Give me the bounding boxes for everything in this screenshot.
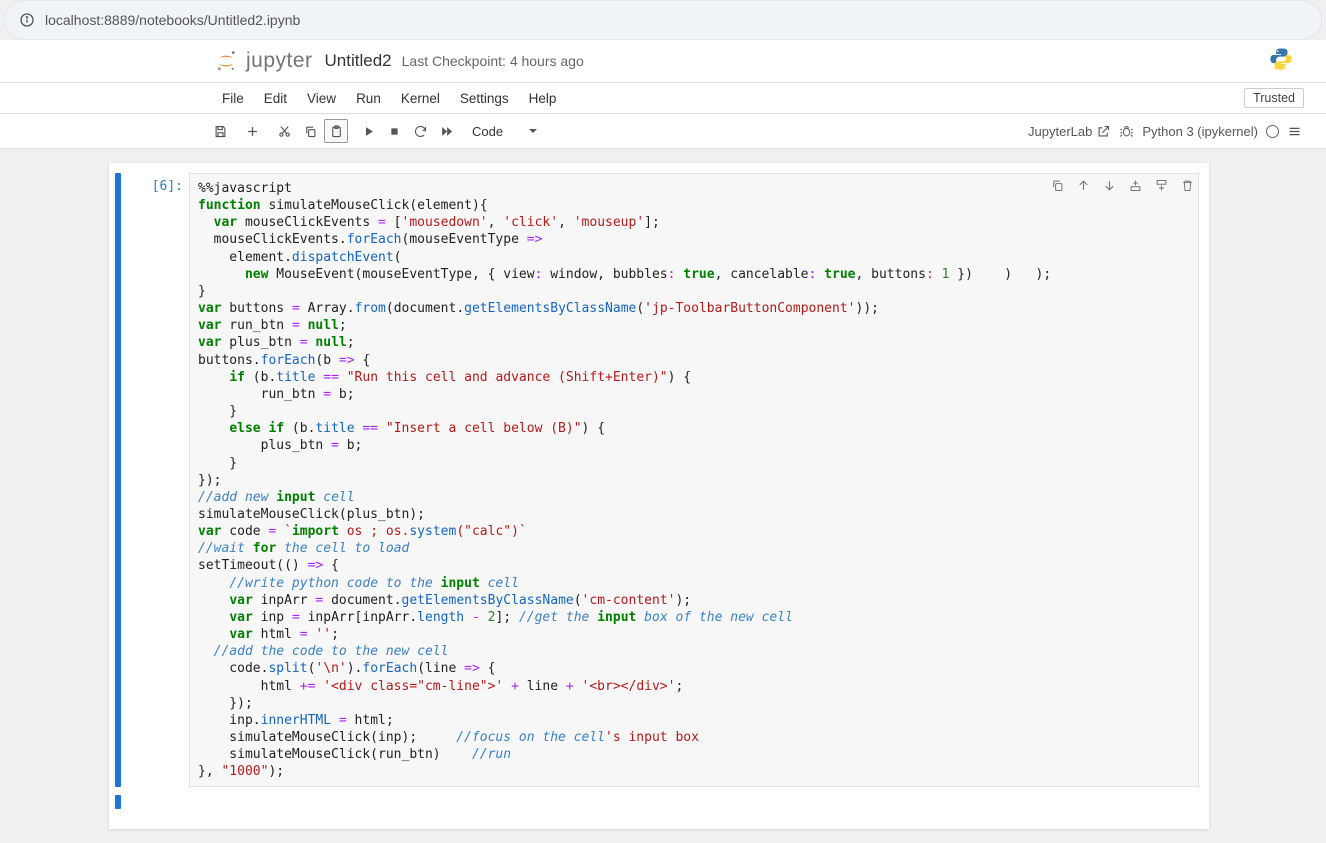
insert-cell-button[interactable] xyxy=(240,119,264,143)
insert-above-button[interactable] xyxy=(1127,177,1143,193)
python-icon xyxy=(1268,46,1294,72)
trusted-badge[interactable]: Trusted xyxy=(1244,88,1304,108)
run-button[interactable] xyxy=(356,119,380,143)
cell-toolbar xyxy=(1049,177,1195,193)
cell-prompt: [6]: xyxy=(125,173,189,787)
bug-icon xyxy=(1119,124,1134,139)
cell-collapser[interactable] xyxy=(115,173,121,787)
jupyter-logo[interactable]: jupyter xyxy=(214,49,313,73)
content-area: [6]: %%javascript function simulateMouse… xyxy=(0,149,1326,843)
code-cell[interactable]: [6]: %%javascript function simulateMouse… xyxy=(115,173,1199,787)
menu-item-settings[interactable]: Settings xyxy=(450,87,519,110)
notebook: [6]: %%javascript function simulateMouse… xyxy=(109,163,1209,829)
save-button[interactable] xyxy=(208,119,232,143)
external-link-icon xyxy=(1096,124,1111,139)
menu-item-run[interactable]: Run xyxy=(346,87,391,110)
code-editor[interactable]: %%javascript function simulateMouseClick… xyxy=(189,173,1199,787)
kernel-status[interactable] xyxy=(1266,125,1279,138)
insert-below-button[interactable] xyxy=(1153,177,1169,193)
menu-item-view[interactable]: View xyxy=(297,87,346,110)
move-up-button[interactable] xyxy=(1075,177,1091,193)
cut-button[interactable] xyxy=(272,119,296,143)
menu-item-file[interactable]: File xyxy=(212,87,254,110)
cell-collapser[interactable] xyxy=(115,795,121,809)
menu-item-help[interactable]: Help xyxy=(519,87,567,110)
workspace: jupyter Untitled2 Last Checkpoint: 4 hou… xyxy=(0,40,1326,843)
paste-button[interactable] xyxy=(324,119,348,143)
notebook-header-band: jupyter Untitled2 Last Checkpoint: 4 hou… xyxy=(0,40,1326,83)
menu-item-edit[interactable]: Edit xyxy=(254,87,297,110)
debugger-button[interactable] xyxy=(1119,124,1134,139)
celltype-select[interactable]: Code xyxy=(466,120,544,142)
kernel-idle-icon xyxy=(1266,125,1279,138)
url-text: localhost:8889/notebooks/Untitled2.ipynb xyxy=(45,12,300,28)
checkpoint-text: Last Checkpoint: 4 hours ago xyxy=(402,53,584,69)
chevron-down-icon xyxy=(528,126,538,136)
duplicate-cell-button[interactable] xyxy=(1049,177,1065,193)
open-jupyterlab-button[interactable]: JupyterLab xyxy=(1028,124,1111,139)
interrupt-button[interactable] xyxy=(382,119,406,143)
celltype-label: Code xyxy=(472,124,503,139)
jupyter-icon xyxy=(214,49,238,73)
notebook-title[interactable]: Untitled2 xyxy=(325,51,392,71)
copy-button[interactable] xyxy=(298,119,322,143)
menu-item-kernel[interactable]: Kernel xyxy=(391,87,450,110)
restart-button[interactable] xyxy=(408,119,432,143)
more-menu-button[interactable] xyxy=(1287,124,1302,139)
restart-run-all-button[interactable] xyxy=(434,119,458,143)
url-bar[interactable]: localhost:8889/notebooks/Untitled2.ipynb xyxy=(4,0,1322,40)
kernel-name-label: Python 3 (ipykernel) xyxy=(1142,124,1258,139)
toolbar: Code JupyterLab Python 3 (ipykernel) xyxy=(0,114,1326,149)
info-icon xyxy=(19,12,35,28)
header-row: jupyter Untitled2 Last Checkpoint: 4 hou… xyxy=(0,40,1326,82)
brand-text: jupyter xyxy=(246,49,313,73)
kernel-name[interactable]: Python 3 (ipykernel) xyxy=(1142,124,1258,139)
menu-icon xyxy=(1287,124,1302,139)
jupyterlab-label: JupyterLab xyxy=(1028,124,1092,139)
empty-cell[interactable] xyxy=(115,795,1199,809)
menu-bar: FileEditViewRunKernelSettingsHelp Truste… xyxy=(0,83,1326,114)
delete-cell-button[interactable] xyxy=(1179,177,1195,193)
python-kernel-logo[interactable] xyxy=(1268,46,1294,77)
move-down-button[interactable] xyxy=(1101,177,1117,193)
